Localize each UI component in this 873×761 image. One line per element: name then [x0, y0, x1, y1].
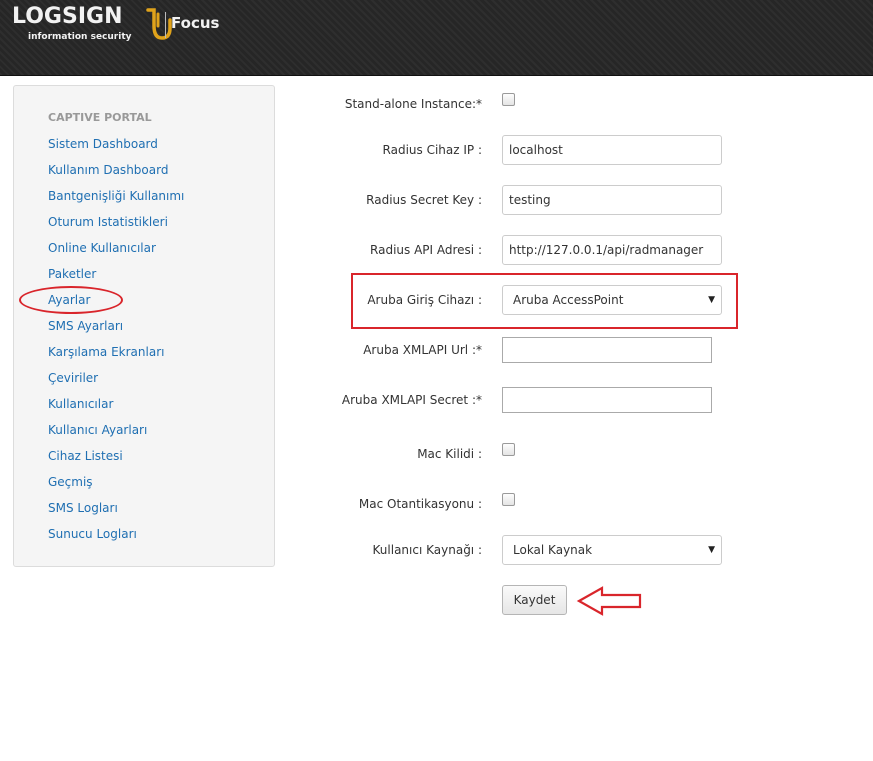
sidebar-item-sistem-dashboard: Sistem Dashboard [48, 136, 184, 162]
sidebar-item-kullanim-dashboard: Kullanım Dashboard [48, 162, 184, 188]
radius-secret-row: Radius Secret Key : [280, 185, 873, 217]
radius-secret-label: Radius Secret Key : [366, 193, 482, 207]
sidebar-item-cihaz-listesi: Cihaz Listesi [48, 448, 184, 474]
radius-secret-input[interactable] [502, 185, 722, 215]
radius-ip-row: Radius Cihaz IP : [280, 135, 873, 167]
sidebar-link[interactable]: Karşılama Ekranları [48, 345, 164, 359]
dropdown-arrow-icon: ▼ [708, 295, 715, 305]
sidebar-item-karsilama-ekranlari: Karşılama Ekranları [48, 344, 184, 370]
product-name: Focus [171, 14, 220, 32]
sidebar-item-sunucu-loglari: Sunucu Logları [48, 526, 184, 552]
sidebar-item-oturum-istatistikleri: Oturum Istatistikleri [48, 214, 184, 240]
radius-ip-input[interactable] [502, 135, 722, 165]
user-source-label: Kullanıcı Kaynağı : [372, 543, 482, 557]
sidebar-heading: CAPTIVE PORTAL [48, 111, 152, 124]
sidebar-link[interactable]: Sunucu Logları [48, 527, 137, 541]
aruba-device-select[interactable]: Aruba AccessPoint ▼ [502, 285, 722, 315]
sidebar-item-kullanici-ayarlari: Kullanıcı Ayarları [48, 422, 184, 448]
sidebar-link[interactable]: Oturum Istatistikleri [48, 215, 168, 229]
xmlapi-secret-label: Aruba XMLAPI Secret :* [341, 393, 482, 407]
sidebar-link[interactable]: Bantgenişliği Kullanımı [48, 189, 184, 203]
ayarlar-highlight-ellipse [19, 286, 123, 314]
mac-auth-label: Mac Otantikasyonu : [358, 497, 482, 511]
logo-divider [165, 12, 166, 38]
sidebar-item-gecmis: Geçmiş [48, 474, 184, 500]
pointer-arrow-icon [576, 586, 642, 616]
xmlapi-url-label: Aruba XMLAPI Url :* [363, 343, 482, 357]
radius-api-label: Radius API Adresi : [370, 243, 482, 257]
mac-auth-checkbox[interactable] [502, 493, 515, 506]
radius-api-input[interactable] [502, 235, 722, 265]
mac-lock-label: Mac Kilidi : [417, 447, 482, 461]
logo-hook-icon [146, 8, 172, 40]
sidebar-item-kullanicilar: Kullanıcılar [48, 396, 184, 422]
standalone-checkbox[interactable] [502, 93, 515, 106]
aruba-device-selected-value: Aruba AccessPoint [513, 293, 624, 307]
mac-auth-row: Mac Otantikasyonu : [280, 489, 873, 521]
sidebar-link[interactable]: Kullanım Dashboard [48, 163, 168, 177]
xmlapi-url-input[interactable] [502, 337, 712, 363]
sidebar-link[interactable]: Kullanıcı Ayarları [48, 423, 147, 437]
user-source-row: Kullanıcı Kaynağı : Lokal Kaynak ▼ [280, 535, 873, 567]
sidebar-item-ceviriler: Çeviriler [48, 370, 184, 396]
sidebar-item-sms-ayarlari: SMS Ayarları [48, 318, 184, 344]
mac-lock-checkbox[interactable] [502, 443, 515, 456]
sidebar: CAPTIVE PORTAL Sistem Dashboard Kullanım… [13, 85, 275, 567]
save-button[interactable]: Kaydet [502, 585, 567, 615]
radius-ip-label: Radius Cihaz IP : [382, 143, 482, 157]
sidebar-link[interactable]: Paketler [48, 267, 96, 281]
xmlapi-url-row: Aruba XMLAPI Url :* [280, 335, 873, 367]
sidebar-item-sms-loglari: SMS Logları [48, 500, 184, 526]
top-header: LOGSIGN information security Focus [0, 0, 873, 76]
logo-tagline: information security [28, 32, 132, 42]
sidebar-link[interactable]: Online Kullanıcılar [48, 241, 156, 255]
user-source-select[interactable]: Lokal Kaynak ▼ [502, 535, 722, 565]
xmlapi-secret-input[interactable] [502, 387, 712, 413]
radius-api-row: Radius API Adresi : [280, 235, 873, 267]
aruba-device-row: Aruba Giriş Cihazı : Aruba AccessPoint ▼ [280, 285, 873, 317]
sidebar-link[interactable]: SMS Logları [48, 501, 118, 515]
xmlapi-secret-row: Aruba XMLAPI Secret :* [280, 385, 873, 417]
sidebar-link[interactable]: Çeviriler [48, 371, 98, 385]
sidebar-item-bantgenisligi: Bantgenişliği Kullanımı [48, 188, 184, 214]
dropdown-arrow-icon: ▼ [708, 545, 715, 555]
sidebar-item-online-kullanicilar: Online Kullanıcılar [48, 240, 184, 266]
logo-wordmark: LOGSIGN [12, 4, 123, 29]
sidebar-nav: Sistem Dashboard Kullanım Dashboard Bant… [48, 136, 184, 552]
standalone-row: Stand-alone Instance:* [280, 89, 873, 121]
sidebar-link[interactable]: SMS Ayarları [48, 319, 123, 333]
sidebar-link[interactable]: Cihaz Listesi [48, 449, 123, 463]
sidebar-link[interactable]: Sistem Dashboard [48, 137, 158, 151]
sidebar-link[interactable]: Geçmiş [48, 475, 93, 489]
sidebar-link[interactable]: Kullanıcılar [48, 397, 113, 411]
mac-lock-row: Mac Kilidi : [280, 439, 873, 471]
user-source-selected-value: Lokal Kaynak [513, 543, 593, 557]
aruba-device-label: Aruba Giriş Cihazı : [367, 293, 482, 307]
standalone-label: Stand-alone Instance:* [344, 97, 482, 111]
